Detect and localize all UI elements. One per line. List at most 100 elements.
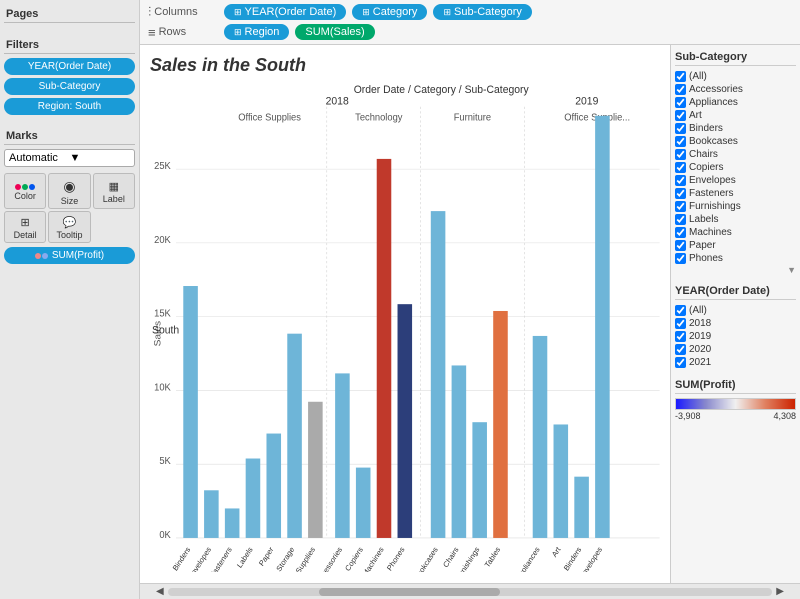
subcategory-items-list: (All)AccessoriesAppliancesArtBindersBook… <box>675 70 796 265</box>
columns-pill-subcat[interactable]: ⊞ Sub-Category <box>433 4 531 20</box>
checkbox-input[interactable] <box>675 84 686 95</box>
scroll-left-arrow[interactable]: ◀ <box>156 586 164 597</box>
size-mark-btn[interactable]: ◉ Size <box>48 173 90 209</box>
plus-icon-region: ⊞ <box>234 27 242 38</box>
chart-title: Sales in the South <box>150 55 670 76</box>
checkbox-label: Chairs <box>689 149 718 160</box>
checkbox-label: (All) <box>689 71 707 82</box>
toolbar: ⫶ Columns ⊞ YEAR(Order Date) ⊞ Category … <box>140 0 800 45</box>
checkbox-input[interactable] <box>675 136 686 147</box>
checkbox-item-year[interactable]: 2021 <box>675 356 796 369</box>
checkbox-item-subcat[interactable]: Fasteners <box>675 187 796 200</box>
bar-art-2019 <box>554 424 569 537</box>
checkbox-input[interactable] <box>675 331 686 342</box>
year-filter-section: YEAR(Order Date) (All)2018201920202021 <box>675 285 796 369</box>
label-mark-btn[interactable]: ▦ Label <box>93 173 135 209</box>
checkbox-item-subcat[interactable]: Paper <box>675 239 796 252</box>
checkbox-item-subcat[interactable]: Furnishings <box>675 200 796 213</box>
checkbox-input[interactable] <box>675 240 686 251</box>
checkbox-input[interactable] <box>675 175 686 186</box>
checkbox-input[interactable] <box>675 71 686 82</box>
checkbox-input[interactable] <box>675 344 686 355</box>
checkbox-item-year[interactable]: 2020 <box>675 343 796 356</box>
filter-subcat-pill[interactable]: Sub-Category <box>4 78 135 95</box>
svg-text:Accessories: Accessories <box>314 545 344 572</box>
checkbox-item-subcat[interactable]: Chairs <box>675 148 796 161</box>
filter-year-pill[interactable]: YEAR(Order Date) <box>4 58 135 75</box>
bar-chairs-2018 <box>452 365 467 538</box>
checkbox-item-subcat[interactable]: Art <box>675 109 796 122</box>
checkbox-input[interactable] <box>675 110 686 121</box>
checkbox-item-subcat[interactable]: Bookcases <box>675 135 796 148</box>
svg-text:Supplies: Supplies <box>294 545 317 572</box>
checkbox-item-subcat[interactable]: Accessories <box>675 83 796 96</box>
subcategory-filter-title: Sub-Category <box>675 51 796 66</box>
rows-pill-sales[interactable]: SUM(Sales) <box>295 24 374 40</box>
pages-title: Pages <box>4 4 135 23</box>
checkbox-input[interactable] <box>675 201 686 212</box>
checkbox-item-subcat[interactable]: Appliances <box>675 96 796 109</box>
sum-profit-pill[interactable]: SUM(Profit) <box>4 247 135 264</box>
checkbox-item-subcat[interactable]: Machines <box>675 226 796 239</box>
filter-region-pill[interactable]: Region: South <box>4 98 135 115</box>
checkbox-label: 2021 <box>689 357 711 368</box>
checkbox-input[interactable] <box>675 149 686 160</box>
checkbox-input[interactable] <box>675 188 686 199</box>
checkbox-item-year[interactable]: 2019 <box>675 330 796 343</box>
checkbox-input[interactable] <box>675 357 686 368</box>
marks-icons-grid: Color ◉ Size ▦ Label ⊞ Detail 💬 Tooltip <box>4 173 135 243</box>
size-icon: ◉ <box>63 178 75 195</box>
checkbox-item-subcat[interactable]: Phones <box>675 252 796 265</box>
svg-text:0K: 0K <box>159 530 171 541</box>
detail-mark-btn[interactable]: ⊞ Detail <box>4 211 46 243</box>
columns-pill-category[interactable]: ⊞ Category <box>352 4 427 20</box>
checkbox-input[interactable] <box>675 305 686 316</box>
rows-label: ≡ Rows <box>148 25 218 40</box>
checkbox-input[interactable] <box>675 214 686 225</box>
scroll-thumb[interactable] <box>319 588 500 596</box>
marks-type-dropdown[interactable]: Automatic ▼ <box>4 149 135 167</box>
checkbox-item-subcat[interactable]: Copiers <box>675 161 796 174</box>
detail-icon: ⊞ <box>21 216 30 229</box>
scroll-right-arrow[interactable]: ▶ <box>776 586 784 597</box>
checkbox-input[interactable] <box>675 162 686 173</box>
checkbox-item-year[interactable]: (All) <box>675 304 796 317</box>
bar-machines-2018 <box>377 159 392 538</box>
chart-svg: 0K 5K 10K 15K 20K 25K Sales <box>150 84 670 572</box>
plus-icon-cat: ⊞ <box>362 7 370 18</box>
gradient-labels: -3,908 4,308 <box>675 411 796 421</box>
checkbox-input[interactable] <box>675 123 686 134</box>
bar-accessories-2018 <box>335 373 350 538</box>
checkbox-input[interactable] <box>675 227 686 238</box>
checkbox-label: 2020 <box>689 344 711 355</box>
sum-profit-label: SUM(Profit) <box>52 250 104 261</box>
svg-text:Office Supplies: Office Supplies <box>238 112 301 123</box>
checkbox-input[interactable] <box>675 253 686 264</box>
rows-pill-region[interactable]: ⊞ Region <box>224 24 289 40</box>
svg-text:Fasteners: Fasteners <box>208 545 234 572</box>
bar-copiers-2018 <box>356 468 371 538</box>
filters-title: Filters <box>4 35 135 54</box>
label-icon: ▦ <box>109 180 119 193</box>
svg-text:5K: 5K <box>159 456 171 467</box>
columns-label: ⫶ Columns <box>148 4 218 20</box>
checkbox-item-subcat[interactable]: Labels <box>675 213 796 226</box>
color-mark-btn[interactable]: Color <box>4 173 46 209</box>
chart-main: Sales in the South 0K 5K 10K 15K 20K 25K… <box>140 45 670 583</box>
checkbox-item-subcat[interactable]: Envelopes <box>675 174 796 187</box>
checkbox-item-subcat[interactable]: (All) <box>675 70 796 83</box>
checkbox-input[interactable] <box>675 318 686 329</box>
checkbox-label: Furnishings <box>689 201 741 212</box>
scroll-track[interactable] <box>168 588 773 596</box>
svg-text:Tables: Tables <box>483 545 502 569</box>
chart-container: Sales in the South 0K 5K 10K 15K 20K 25K… <box>140 45 800 583</box>
checkbox-item-subcat[interactable]: Binders <box>675 122 796 135</box>
tooltip-mark-btn[interactable]: 💬 Tooltip <box>48 211 90 243</box>
bar-paper-2018 <box>266 434 281 538</box>
checkbox-label: Fasteners <box>689 188 733 199</box>
checkbox-input[interactable] <box>675 97 686 108</box>
columns-pill-year[interactable]: ⊞ YEAR(Order Date) <box>224 4 346 20</box>
svg-text:Appliances: Appliances <box>514 545 542 572</box>
checkbox-item-year[interactable]: 2018 <box>675 317 796 330</box>
svg-text:10K: 10K <box>154 382 171 393</box>
